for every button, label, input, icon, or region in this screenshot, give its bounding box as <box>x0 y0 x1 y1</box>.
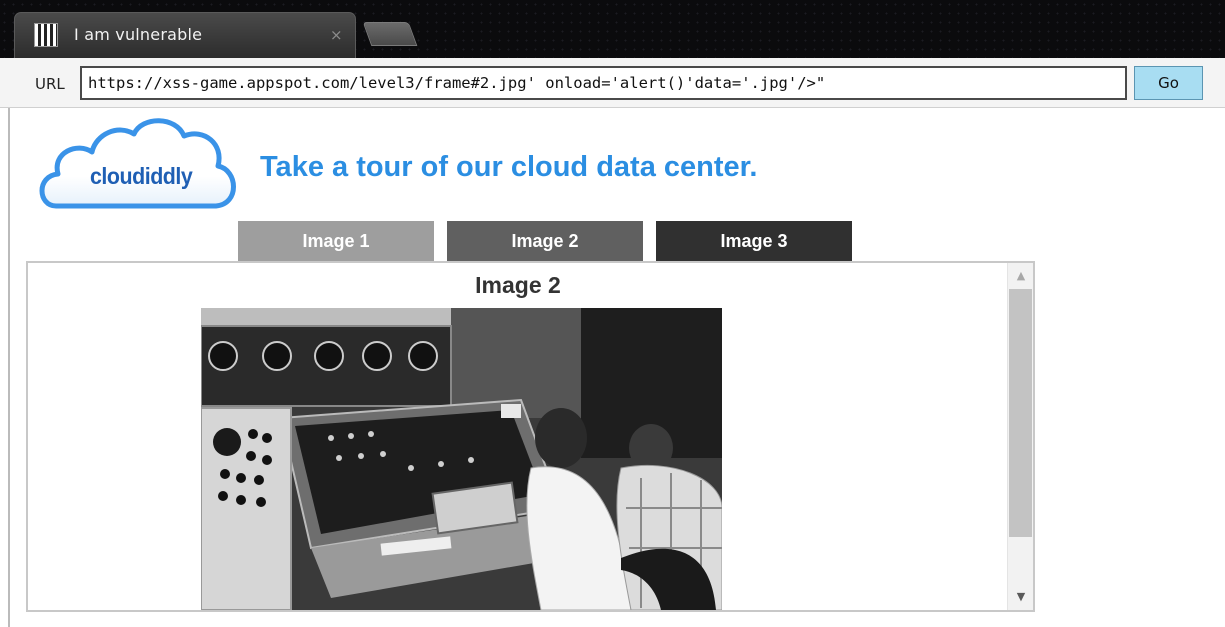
vertical-scrollbar[interactable]: ▲ ▼ <box>1007 263 1033 610</box>
cloudiddly-logo: cloudiddly <box>34 114 244 218</box>
new-tab-button[interactable] <box>362 22 418 46</box>
tab-image-1[interactable]: Image 1 <box>238 221 434 261</box>
tab-image-2[interactable]: Image 2 <box>447 221 643 261</box>
go-button[interactable]: Go <box>1134 66 1203 100</box>
scroll-up-icon[interactable]: ▲ <box>1008 263 1033 289</box>
logo-text: cloudiddly <box>90 163 193 189</box>
mainframe-computer-photo <box>201 308 722 610</box>
url-label: URL <box>35 75 65 93</box>
favicon-icon <box>34 23 58 47</box>
url-input[interactable]: https://xss-game.appspot.com/level3/fram… <box>80 66 1127 100</box>
scroll-down-icon[interactable]: ▼ <box>1008 584 1033 610</box>
url-bar: URL https://xss-game.appspot.com/level3/… <box>0 58 1225 108</box>
page-frame: cloudiddly Take a tour of our cloud data… <box>8 108 1225 627</box>
image-viewer: Image 2 ▲ ▼ <box>26 261 1035 612</box>
scroll-thumb[interactable] <box>1009 289 1032 537</box>
tab-image-3[interactable]: Image 3 <box>656 221 852 261</box>
browser-tab-strip: I am vulnerable × <box>0 0 1225 58</box>
image-heading: Image 2 <box>475 272 561 298</box>
page-headline: Take a tour of our cloud data center. <box>260 151 758 183</box>
tab-title: I am vulnerable <box>74 25 203 44</box>
tab-close-icon[interactable]: × <box>330 26 343 44</box>
